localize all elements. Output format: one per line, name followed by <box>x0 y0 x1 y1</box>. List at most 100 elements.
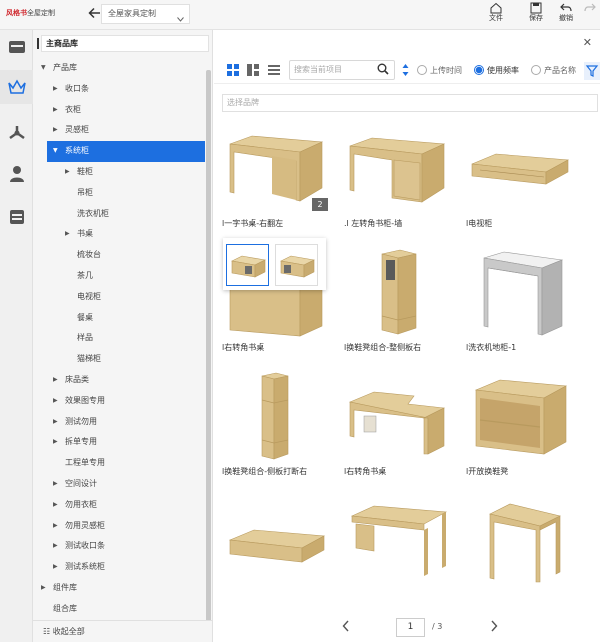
caret-right-icon[interactable]: ▶ <box>53 536 58 557</box>
caret-right-icon[interactable]: ▶ <box>53 516 58 537</box>
caret-right-icon[interactable]: ▶ <box>65 224 70 245</box>
store-icon[interactable] <box>0 200 33 234</box>
caret-down-icon[interactable]: ▼ <box>53 141 58 162</box>
chevron-left-icon[interactable] <box>342 620 350 635</box>
filter-icon <box>585 65 599 77</box>
caret-right-icon[interactable]: ▶ <box>65 162 70 183</box>
product-thumbnail[interactable] <box>222 494 328 586</box>
chevron-right-icon[interactable] <box>490 620 498 635</box>
variant-thumb[interactable] <box>275 244 318 286</box>
close-icon[interactable]: ✕ <box>583 36 592 49</box>
tree-item[interactable]: 猫梯柜 <box>33 349 205 370</box>
caret-right-icon[interactable]: ▶ <box>53 557 58 578</box>
tree-item-label: 测试收口条 <box>65 541 105 551</box>
product-card[interactable] <box>222 494 328 590</box>
tree-item[interactable]: ▶ 测试收口条 <box>33 536 205 557</box>
product-card[interactable]: 2 l一字书桌-右翻左 <box>222 122 328 229</box>
tree-item[interactable]: 样品 <box>33 328 205 349</box>
tree-item[interactable]: ▶ 灵感柜 <box>33 120 205 141</box>
product-thumbnail[interactable] <box>344 122 450 214</box>
product-card[interactable]: l洗衣机地柜-1 <box>466 246 572 353</box>
product-card[interactable]: l换鞋凳组合-侧板打断右 <box>222 370 328 477</box>
tree-item[interactable]: 梳妆台 <box>33 245 205 266</box>
caret-down-icon[interactable]: ▼ <box>41 58 46 79</box>
page-input[interactable]: 1 <box>396 618 425 637</box>
caret-right-icon[interactable]: ▶ <box>53 100 58 121</box>
product-card[interactable]: l开放换鞋凳 <box>466 370 572 477</box>
tree-item[interactable]: ▶ 勿用衣柜 <box>33 495 205 516</box>
tree-item[interactable]: 组合库 <box>33 599 205 620</box>
document-title-select[interactable]: 全屋家具定制 <box>101 4 190 24</box>
sort-name-radio[interactable]: 产品名称 <box>531 65 576 76</box>
model-icon[interactable] <box>0 116 33 150</box>
variant-thumb[interactable] <box>226 244 269 286</box>
tree-item[interactable]: ▶ 空间设计 <box>33 474 205 495</box>
sort-icon[interactable] <box>402 64 409 79</box>
caret-right-icon[interactable]: ▶ <box>53 79 58 100</box>
product-thumbnail[interactable] <box>466 494 572 586</box>
brand-placeholder: 选择品牌 <box>227 98 259 107</box>
filter-button[interactable] <box>584 62 600 80</box>
variant-count-badge[interactable]: 2 <box>312 198 328 211</box>
search-icon[interactable] <box>377 63 389 78</box>
grid-view-icon[interactable] <box>227 64 239 79</box>
brand-select[interactable]: 选择品牌 <box>222 94 598 112</box>
product-card[interactable]: l电视柜 <box>466 122 572 229</box>
tree-item[interactable]: 茶几 <box>33 266 205 287</box>
product-thumbnail[interactable] <box>466 122 572 214</box>
tree-item[interactable]: ▼ 产品库 <box>33 58 205 79</box>
tree-item[interactable]: ▶ 收口条 <box>33 79 205 100</box>
tree-item[interactable]: ▶ 效果图专用 <box>33 391 205 412</box>
tree-item[interactable]: ▶ 鞋柜 <box>33 162 205 183</box>
caret-right-icon[interactable]: ▶ <box>41 578 46 599</box>
product-card[interactable] <box>344 494 450 590</box>
sort-upload-time-radio[interactable]: 上传时间 <box>417 65 462 76</box>
file-label: 文件 <box>489 14 503 22</box>
save-button[interactable]: 保存 <box>523 1 549 28</box>
product-card[interactable]: l换鞋凳组合-整侧板右 <box>344 246 450 353</box>
caret-right-icon[interactable]: ▶ <box>53 474 58 495</box>
product-card[interactable]: l右转角书桌 <box>344 370 450 477</box>
search-placeholder: 搜索当前项目 <box>294 65 342 74</box>
tree-item[interactable]: 电视柜 <box>33 287 205 308</box>
caret-right-icon[interactable]: ▶ <box>53 120 58 141</box>
tree-item[interactable]: ▶ 床品类 <box>33 370 205 391</box>
caret-right-icon[interactable]: ▶ <box>53 412 58 433</box>
sort-usage-radio[interactable]: 使用频率 <box>474 65 519 76</box>
product-thumbnail[interactable] <box>222 370 328 462</box>
product-thumbnail[interactable] <box>344 246 450 338</box>
tree-item-label: 床品类 <box>65 374 89 384</box>
redo-button[interactable] <box>580 1 600 28</box>
tree-item[interactable]: ▼ 系统柜 <box>47 141 205 162</box>
collapse-all-button[interactable]: ☷ 收起全部 <box>33 620 212 642</box>
tree-item[interactable]: ▶ 拆单专用 <box>33 432 205 453</box>
caret-right-icon[interactable]: ▶ <box>53 432 58 453</box>
product-thumbnail[interactable] <box>344 494 450 586</box>
tree-item[interactable]: ▶ 测试勿用 <box>33 412 205 433</box>
tree-item[interactable]: ▶ 衣柜 <box>33 100 205 121</box>
caret-right-icon[interactable]: ▶ <box>53 391 58 412</box>
caret-right-icon[interactable]: ▶ <box>53 495 58 516</box>
tree-item[interactable]: ▶ 组件库 <box>33 578 205 599</box>
product-thumbnail[interactable] <box>466 246 572 338</box>
cabinet-icon[interactable] <box>0 30 33 64</box>
tree-item[interactable]: 吊柜 <box>33 183 205 204</box>
product-thumbnail[interactable] <box>344 370 450 462</box>
product-card[interactable]: .l 左转角书柜-墙 <box>344 122 450 229</box>
crown-icon[interactable] <box>0 70 33 104</box>
tree-item[interactable]: ▶ 勿用灵感柜 <box>33 516 205 537</box>
tree-item[interactable]: 工程单专用 <box>33 453 205 474</box>
tree-item[interactable]: ▶ 测试系统柜 <box>33 557 205 578</box>
undo-button[interactable]: 撤销 <box>553 1 579 28</box>
tree-item[interactable]: ▶ 书桌 <box>33 224 205 245</box>
file-button[interactable]: 文件 <box>483 1 509 28</box>
product-card[interactable] <box>466 494 572 590</box>
large-view-icon[interactable] <box>247 64 259 79</box>
caret-right-icon[interactable]: ▶ <box>53 370 58 391</box>
user-icon[interactable] <box>0 157 33 191</box>
tree-item[interactable]: 餐桌 <box>33 308 205 329</box>
tree-item[interactable]: 洗衣机柜 <box>33 204 205 225</box>
list-view-icon[interactable] <box>268 64 280 79</box>
product-thumbnail[interactable] <box>466 370 572 462</box>
tree-scrollbar[interactable] <box>206 70 211 630</box>
